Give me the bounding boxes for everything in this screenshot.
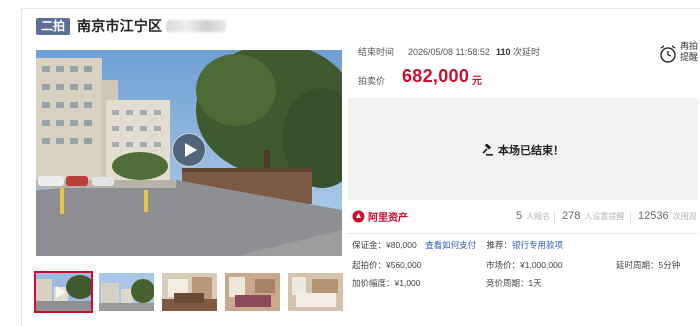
- play-icon: [185, 143, 197, 157]
- remind-button[interactable]: 再拍 提醒: [658, 41, 698, 67]
- start-price: 起拍价：¥560,000: [352, 260, 422, 270]
- increment: 加价幅度：¥1,000: [352, 278, 421, 288]
- thumbnail-2[interactable]: [99, 273, 154, 311]
- deposit-label: 保证金：: [352, 240, 387, 250]
- price-label: 拍卖价: [358, 76, 386, 86]
- ali-assets-icon: [352, 210, 365, 223]
- views-stat: 12536 次围观: [638, 210, 697, 222]
- price-unit: 元: [472, 76, 482, 87]
- main-photo[interactable]: [36, 50, 342, 256]
- alarm-clock-icon: [660, 45, 676, 63]
- thumbnail-3[interactable]: [162, 273, 217, 311]
- round-badge: 二拍: [36, 17, 71, 35]
- thumbnail-4[interactable]: [225, 273, 280, 311]
- ended-banner: 本场已结束！: [348, 98, 698, 200]
- reminders-count: 278: [562, 210, 581, 222]
- page-title: 南京市江宁区: [77, 18, 163, 34]
- stats-bar: 阿里资产 5 人报名 278 人设置提醒 12536 次围观: [348, 206, 698, 230]
- reminders-label: 人设置提醒: [584, 212, 625, 221]
- deposit-value: ¥80,000: [386, 240, 417, 250]
- signups-label: 人报名: [526, 212, 551, 221]
- bid-period: 竞价周期：1天: [486, 278, 542, 288]
- signups-stat: 5 人报名: [516, 210, 550, 222]
- delay-suffix: 次延时: [512, 47, 540, 57]
- loan-link[interactable]: 银行专用款项: [512, 240, 563, 250]
- divider: [554, 212, 555, 224]
- title-row: 二拍 南京市江宁区: [36, 17, 227, 35]
- final-price: 682,000: [402, 66, 470, 86]
- ended-text: 本场已结束！: [498, 145, 564, 157]
- delay-period: 延时周期：5分钟: [616, 260, 681, 270]
- market-price: 市场价：¥1,000,000: [486, 260, 563, 270]
- redacted-title-text: [166, 20, 227, 32]
- brand-logo: 阿里资产: [352, 209, 408, 224]
- section-divider: [348, 233, 698, 234]
- gavel-icon: [482, 143, 493, 156]
- delay-count: 110: [495, 47, 511, 57]
- divider: [630, 212, 631, 224]
- views-count: 12536: [638, 210, 669, 222]
- thumbnail-strip: [34, 271, 351, 313]
- recommend-label: 推荐：: [486, 240, 513, 250]
- deposit-row: 保证金：¥80,000 查看如何支付 推荐：银行专用款项: [352, 239, 563, 251]
- views-label: 次围观: [672, 212, 697, 221]
- play-button[interactable]: [172, 133, 206, 167]
- thumbnail-1[interactable]: [34, 271, 93, 313]
- pay-link[interactable]: 查看如何支付: [425, 240, 476, 250]
- remind-label: 再拍 提醒: [680, 41, 699, 62]
- end-time: 2026/05/08 11:58:52: [408, 47, 490, 57]
- end-time-label: 结束时间: [358, 47, 395, 57]
- thumbnail-5[interactable]: [288, 273, 343, 311]
- signups-count: 5: [516, 210, 523, 222]
- brand-name: 阿里资产: [368, 213, 408, 224]
- end-time-row: 结束时间 2026/05/08 11:58:52 110 次延时: [358, 45, 540, 58]
- reminders-stat: 278 人设置提醒: [562, 210, 624, 222]
